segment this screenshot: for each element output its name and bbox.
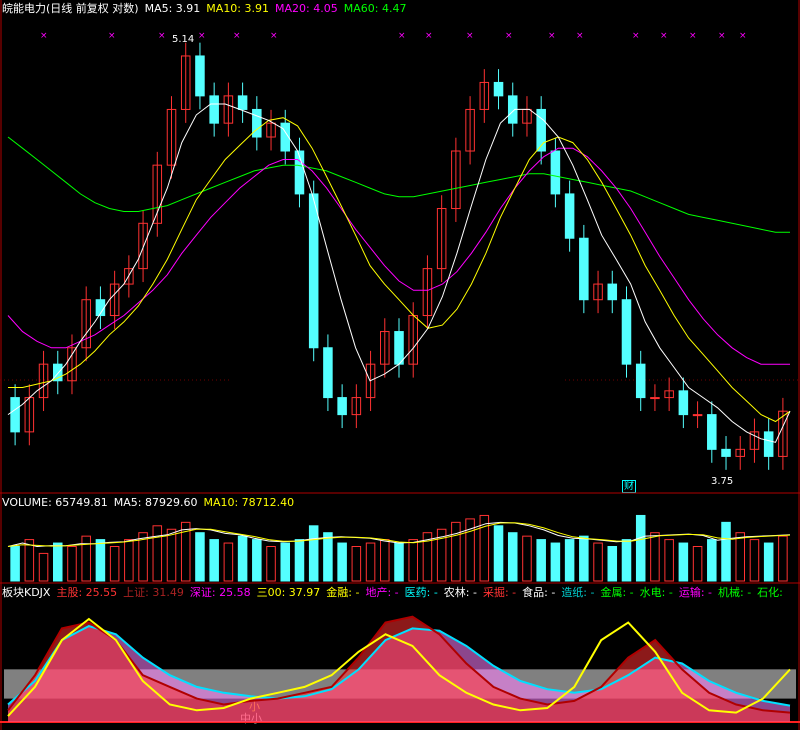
candle-body bbox=[607, 283, 618, 301]
candle-body bbox=[195, 55, 205, 97]
volume-bar bbox=[536, 539, 546, 582]
volume-bar bbox=[394, 542, 404, 582]
signal-marker: × bbox=[198, 31, 206, 41]
volume-bar bbox=[223, 542, 234, 582]
volume-bar bbox=[550, 542, 561, 582]
volume-bar bbox=[109, 546, 120, 582]
volume-bar bbox=[778, 535, 788, 582]
signal-marker: × bbox=[466, 31, 474, 41]
candle-body bbox=[337, 397, 347, 416]
volume-bar bbox=[380, 539, 390, 582]
volume-bar bbox=[579, 535, 589, 582]
candle-body bbox=[564, 193, 575, 239]
candle-body bbox=[493, 81, 504, 97]
volume-bar bbox=[323, 532, 333, 582]
volume-bar bbox=[678, 542, 689, 582]
candle-body bbox=[209, 95, 219, 124]
stock-chart[interactable]: × × × × × × × × × × × × × × × × × bbox=[0, 0, 800, 730]
candle-body bbox=[394, 331, 404, 365]
volume-bar bbox=[621, 539, 632, 582]
volume-bar bbox=[507, 532, 518, 582]
volume-bar bbox=[522, 535, 532, 582]
volume-bar bbox=[635, 514, 646, 582]
volume-bar bbox=[81, 535, 91, 582]
signal-marker: × bbox=[632, 31, 640, 41]
ma60-line bbox=[7, 136, 790, 233]
signal-marker: × bbox=[548, 31, 556, 41]
candle-body bbox=[763, 431, 774, 457]
volume-bar bbox=[294, 539, 305, 582]
candle-body bbox=[237, 95, 248, 110]
volume-bar bbox=[67, 546, 77, 582]
volume-bar bbox=[166, 528, 177, 582]
signal-marker: × bbox=[505, 31, 513, 41]
volume-bar bbox=[607, 546, 618, 582]
candle-body bbox=[721, 448, 731, 457]
signal-marker: × bbox=[576, 31, 584, 41]
volume-bar bbox=[749, 539, 760, 582]
volume-bar bbox=[95, 539, 106, 582]
volume-bar bbox=[237, 535, 248, 582]
volume-bar bbox=[252, 539, 262, 582]
candle-body bbox=[692, 414, 703, 417]
volume-bar bbox=[735, 532, 746, 582]
signal-marker: × bbox=[40, 31, 48, 41]
volume-bar bbox=[195, 532, 205, 582]
ma5-line bbox=[7, 103, 791, 443]
volume-bar bbox=[351, 546, 362, 582]
signal-marker: × bbox=[233, 31, 241, 41]
candle-body bbox=[579, 237, 589, 301]
volume-bar bbox=[593, 542, 603, 582]
candle-body bbox=[678, 390, 689, 416]
volume-bar bbox=[10, 546, 20, 582]
volume-bar bbox=[209, 539, 219, 582]
volume-bar bbox=[451, 521, 461, 582]
candle-body bbox=[650, 397, 660, 400]
candle-body bbox=[635, 363, 646, 399]
candle-body bbox=[707, 414, 717, 450]
volume-bar bbox=[650, 532, 660, 582]
volume-bar bbox=[707, 539, 717, 582]
volume-bar bbox=[308, 525, 319, 582]
candle-body bbox=[621, 299, 632, 365]
volume-bar bbox=[152, 525, 163, 582]
volume-bar bbox=[692, 546, 703, 582]
signal-marker: × bbox=[398, 31, 406, 41]
volume-bar bbox=[365, 542, 376, 582]
volume-bar bbox=[280, 542, 291, 582]
volume-bar bbox=[38, 552, 49, 582]
signal-marker: × bbox=[158, 31, 166, 41]
volume-bar bbox=[564, 539, 575, 582]
volume-bar bbox=[408, 539, 418, 582]
candle-body bbox=[323, 347, 333, 399]
signal-marker: × bbox=[660, 31, 668, 41]
kdj-area-red bbox=[8, 616, 790, 722]
candle-body bbox=[550, 150, 561, 195]
signal-marker: × bbox=[689, 31, 697, 41]
volume-ma5-line bbox=[7, 521, 791, 548]
signal-marker: × bbox=[108, 31, 116, 41]
volume-bar bbox=[266, 546, 276, 582]
volume-bar bbox=[52, 542, 63, 582]
signal-marker: × bbox=[718, 31, 726, 41]
signal-marker: × bbox=[425, 31, 433, 41]
volume-bar bbox=[763, 542, 774, 582]
volume-bar bbox=[493, 525, 504, 582]
candle-body bbox=[10, 397, 20, 433]
volume-bar bbox=[664, 539, 674, 582]
volume-bar bbox=[124, 539, 134, 582]
candle-body bbox=[252, 108, 262, 138]
signal-marker: × bbox=[739, 31, 747, 41]
candle-body bbox=[308, 193, 319, 349]
volume-bar bbox=[337, 542, 347, 582]
volume-bar bbox=[721, 521, 731, 582]
signal-marker: × bbox=[270, 31, 278, 41]
